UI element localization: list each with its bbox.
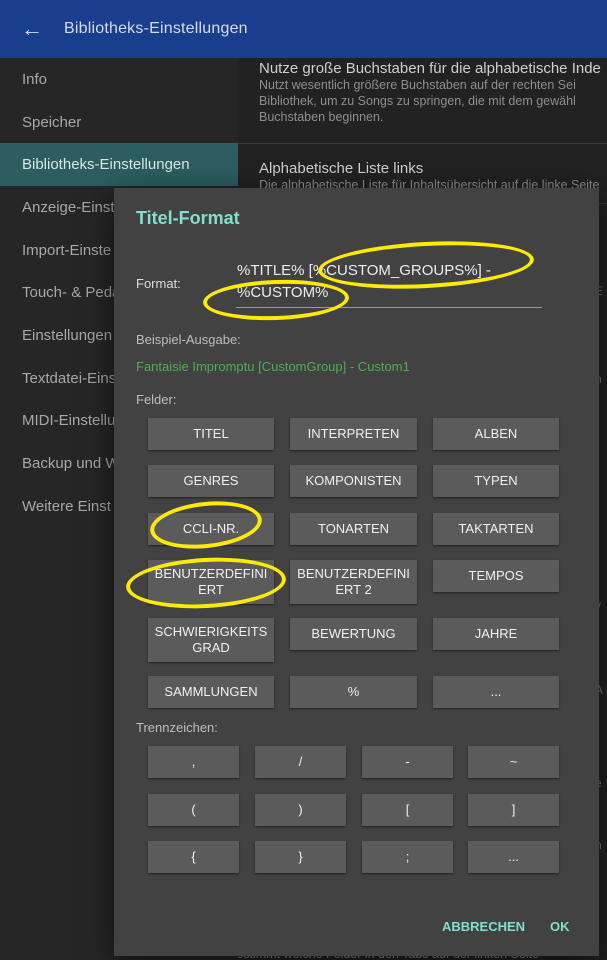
pref-large-index-letters[interactable]: Nutze große Buchstaben für die alphabeti… — [238, 58, 607, 144]
sidebar-item-speicher[interactable]: Speicher — [0, 101, 238, 144]
sidebar-item-info[interactable]: Info — [0, 58, 238, 101]
separator-button-brace-open[interactable]: { — [148, 841, 239, 873]
field-button-alben[interactable]: ALBEN — [433, 418, 559, 450]
separator-button-slash[interactable]: / — [255, 746, 346, 778]
separator-button-ellipsis[interactable]: ... — [468, 841, 559, 873]
sidebar-item-bibliothek[interactable]: Bibliotheks-Einstellungen — [0, 143, 238, 187]
pref-title: Nutze große Buchstaben für die alphabeti… — [259, 60, 601, 77]
field-button-custom[interactable]: BENUTZERDEFINI ERT — [148, 560, 274, 604]
field-button-sammlungen[interactable]: SAMMLUNGEN — [148, 676, 274, 708]
field-button-titel[interactable]: TITEL — [148, 418, 274, 450]
separator-button-bracket-open[interactable]: [ — [362, 794, 453, 826]
fields-label: Felder: — [136, 392, 177, 407]
separator-button-tilde[interactable]: ~ — [468, 746, 559, 778]
separator-button-comma[interactable]: , — [148, 746, 239, 778]
pref-summary: Nutzt wesentlich größere Buchstaben auf … — [259, 78, 576, 92]
field-button-interpreten[interactable]: INTERPRETEN — [290, 418, 417, 450]
separator-button-dash[interactable]: - — [362, 746, 453, 778]
pref-summary: Buchstaben beginnen. — [259, 110, 384, 124]
format-input[interactable]: %TITLE% [%CUSTOM_GROUPS%] - %CUSTOM% — [236, 260, 542, 308]
app-bar: ← Bibliotheks-Einstellungen — [0, 0, 607, 58]
separator-button-brace-close[interactable]: } — [255, 841, 346, 873]
pref-summary: Bibliothek, um zu Songs zu springen, die… — [259, 94, 576, 108]
field-button-jahre[interactable]: JAHRE — [433, 618, 559, 650]
title-format-dialog: Titel-Format Format: %TITLE% [%CUSTOM_GR… — [114, 188, 599, 956]
separator-button-paren-open[interactable]: ( — [148, 794, 239, 826]
field-button-komponisten[interactable]: KOMPONISTEN — [290, 465, 417, 497]
field-button-taktarten[interactable]: TAKTARTEN — [433, 513, 559, 545]
separator-label: Trennzeichen: — [136, 720, 218, 735]
field-button-genres[interactable]: GENRES — [148, 465, 274, 497]
pref-title: Alphabetische Liste links — [259, 160, 424, 177]
field-button-schwierigkeitsgrad[interactable]: SCHWIERIGKEITS GRAD — [148, 618, 274, 662]
dialog-title: Titel-Format — [136, 208, 240, 228]
field-button-typen[interactable]: TYPEN — [433, 465, 559, 497]
field-button-ccli[interactable]: CCLI-NR. — [148, 513, 274, 545]
format-value-line-2: %CUSTOM% — [237, 284, 329, 301]
field-button-tempos[interactable]: TEMPOS — [433, 560, 559, 592]
field-button-more[interactable]: ... — [433, 676, 559, 708]
field-button-tonarten[interactable]: TONARTEN — [290, 513, 417, 545]
arrow-left-icon[interactable]: ← — [0, 0, 64, 58]
format-label: Format: — [136, 276, 181, 291]
page-title: Bibliotheks-Einstellungen — [64, 20, 248, 37]
separator-button-semicolon[interactable]: ; — [362, 841, 453, 873]
field-button-bewertung[interactable]: BEWERTUNG — [290, 618, 417, 650]
ok-button[interactable]: OK — [550, 919, 570, 934]
screen: ← Bibliotheks-Einstellungen Info Speiche… — [0, 0, 607, 960]
field-button-percent[interactable]: % — [290, 676, 417, 708]
cancel-button[interactable]: ABBRECHEN — [442, 919, 525, 934]
separator-button-paren-close[interactable]: ) — [255, 794, 346, 826]
field-button-custom-2[interactable]: BENUTZERDEFINI ERT 2 — [290, 560, 417, 604]
separator-button-bracket-close[interactable]: ] — [468, 794, 559, 826]
example-label: Beispiel-Ausgabe: — [136, 332, 241, 347]
example-output: Fantaisie Impromptu [CustomGroup] - Cust… — [136, 359, 410, 374]
format-value-line-1: %TITLE% [%CUSTOM_GROUPS%] - — [237, 262, 491, 279]
